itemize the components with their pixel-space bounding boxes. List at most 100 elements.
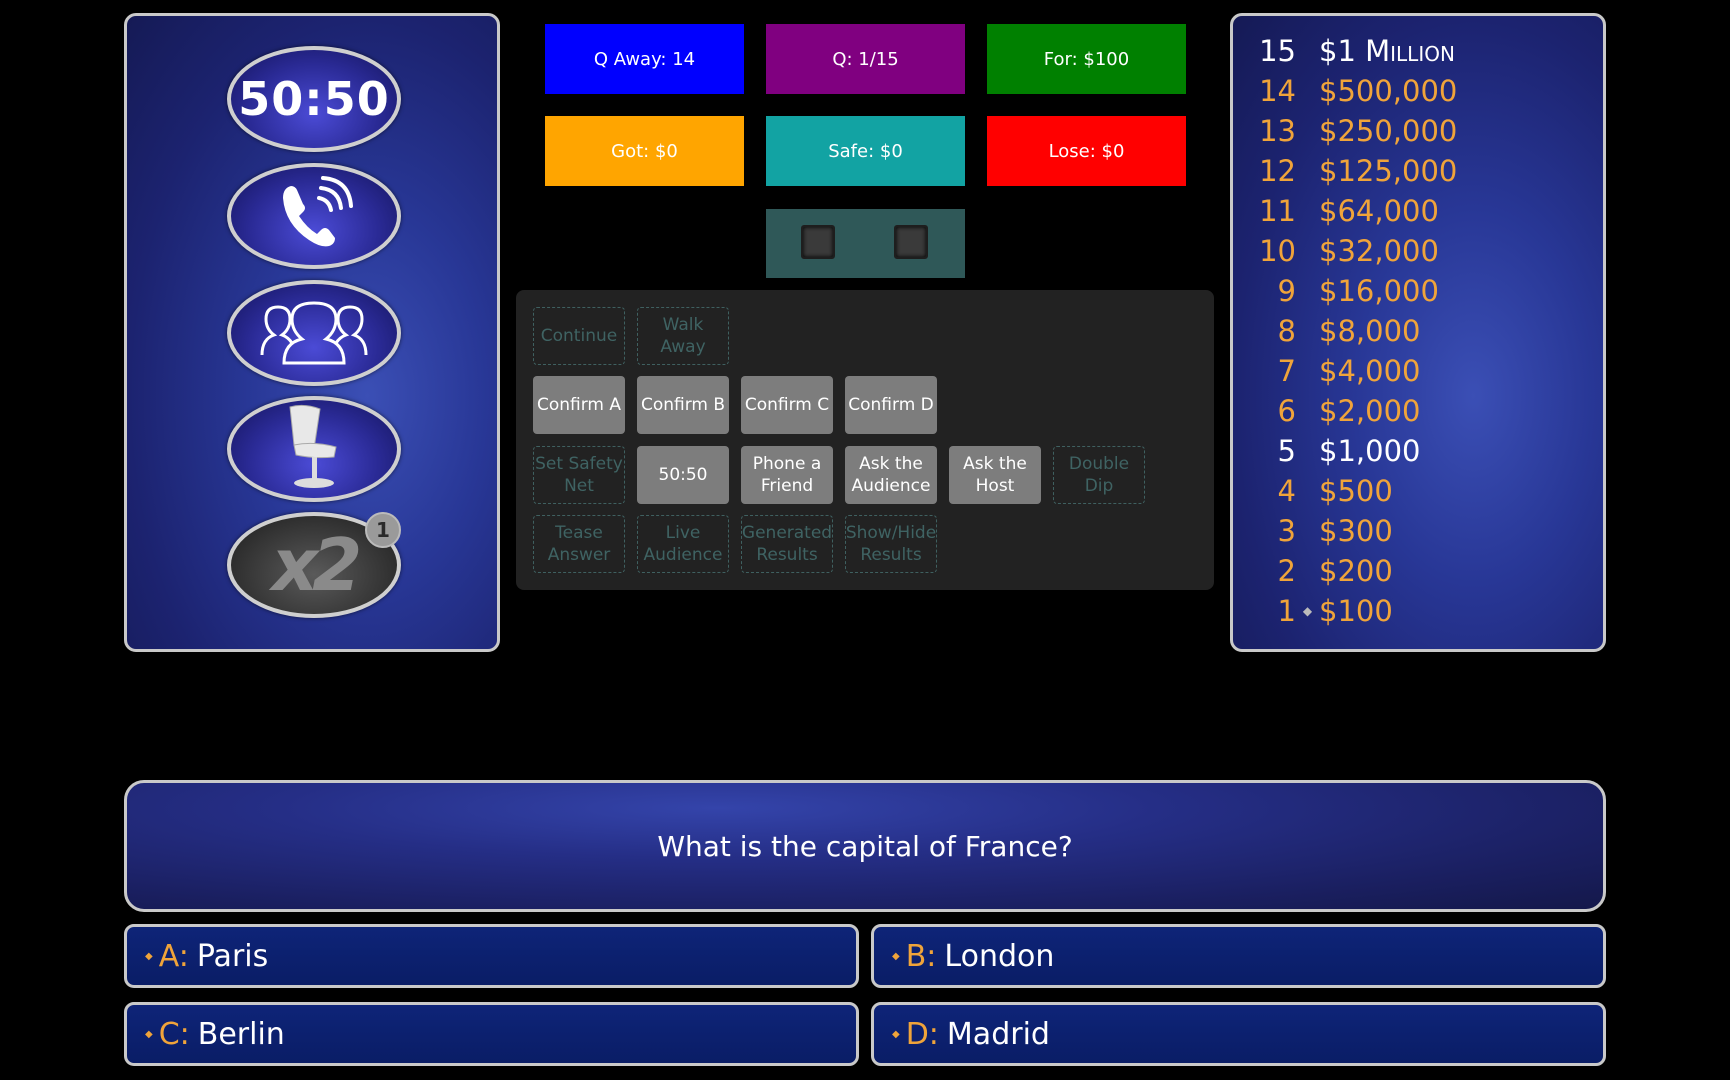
questions-away-stat: Q Away: 14 [545, 24, 744, 94]
answer-text: London [944, 938, 1055, 974]
rung-number: 4 [1277, 474, 1296, 508]
answer-b[interactable]: ◆ B: London [871, 924, 1606, 988]
rung-number: 14 [1259, 74, 1296, 108]
safe-stat: Safe: $0 [766, 116, 965, 186]
generated-results-button[interactable]: Generated Results [741, 515, 833, 573]
ask-the-host-button[interactable]: Ask the Host [949, 446, 1041, 504]
rung-amount: $2,000 [1319, 394, 1421, 428]
answer-text: Paris [196, 938, 269, 974]
money-ladder: 15 $1 Million 14 $500,000 13 $250,000 12 $12… [1230, 13, 1606, 652]
question-number-stat: Q: 1/15 [766, 24, 965, 94]
live-audience-button[interactable]: Live Audience [637, 515, 729, 573]
answer-text: Madrid [946, 1016, 1050, 1052]
rung-number: 11 [1259, 194, 1296, 228]
rung-amount: $500 [1319, 474, 1393, 508]
ladder-rung: 4 $500 [1233, 471, 1603, 511]
answer-d[interactable]: ◆ D: Madrid [871, 1002, 1606, 1066]
ladder-rung: 8 $8,000 [1233, 311, 1603, 351]
rung-number: 5 [1277, 434, 1296, 468]
rung-amount: $500,000 [1319, 74, 1458, 108]
answer-text: Berlin [197, 1016, 285, 1052]
tease-answer-button[interactable]: Tease Answer [533, 515, 625, 573]
phone-a-friend-lifeline[interactable] [227, 163, 401, 269]
current-rung-marker: ◆ [1302, 604, 1313, 618]
show-hide-results-button[interactable]: Show/Hide Results [845, 515, 937, 573]
indicator-light-left [801, 225, 835, 259]
rung-amount: $200 [1319, 554, 1393, 588]
answer-letter: D: [905, 1016, 939, 1052]
confirm-b-button[interactable]: Confirm B [637, 376, 729, 434]
fifty-fifty-lifeline[interactable]: 50:50 [227, 46, 401, 152]
lose-stat: Lose: $0 [987, 116, 1186, 186]
rung-number: 2 [1277, 554, 1296, 588]
lifelines-panel: 50:50 x2 1 [124, 13, 500, 652]
ladder-rung: 9 $16,000 [1233, 271, 1603, 311]
rung-amount: $100 [1319, 594, 1393, 628]
rung-amount: $300 [1319, 514, 1393, 548]
phone-a-friend-button[interactable]: Phone a Friend [741, 446, 833, 504]
playing-for-stat: For: $100 [987, 24, 1186, 94]
ladder-rung: 14 $500,000 [1233, 71, 1603, 111]
rung-amount: $4,000 [1319, 354, 1421, 388]
bullet-icon: ◆ [892, 950, 900, 962]
rung-amount: $64,000 [1319, 194, 1439, 228]
fifty-fifty-button[interactable]: 50:50 [637, 446, 729, 504]
host-control-panel: Continue Walk Away Confirm A Confirm B C… [516, 290, 1214, 590]
rung-number: 15 [1259, 34, 1296, 68]
confirm-a-button[interactable]: Confirm A [533, 376, 625, 434]
answer-letter: A: [158, 938, 189, 974]
rung-amount: $250,000 [1319, 114, 1458, 148]
rung-number: 13 [1259, 114, 1296, 148]
set-safety-net-button[interactable]: Set Safety Net [533, 446, 625, 504]
phone-icon [283, 176, 353, 247]
bullet-icon: ◆ [892, 1028, 900, 1040]
ladder-rung: 3 $300 [1233, 511, 1603, 551]
ask-the-audience-lifeline[interactable] [227, 280, 401, 386]
audience-icon [260, 301, 368, 365]
double-dip-lifeline[interactable]: x2 1 [227, 512, 401, 618]
ladder-rung: 2 $200 [1233, 551, 1603, 591]
rung-amount: $16,000 [1319, 274, 1439, 308]
ladder-rung: 6 $2,000 [1233, 391, 1603, 431]
rung-number: 9 [1277, 274, 1296, 308]
rung-amount: $32,000 [1319, 234, 1439, 268]
rung-amount: $125,000 [1319, 154, 1458, 188]
answer-letter: B: [905, 938, 937, 974]
confirm-d-button[interactable]: Confirm D [845, 376, 937, 434]
rung-number: 1 [1277, 594, 1296, 628]
rung-amount: $1 Million [1319, 34, 1455, 68]
ask-the-audience-button[interactable]: Ask the Audience [845, 446, 937, 504]
ladder-rung: 11 $64,000 [1233, 191, 1603, 231]
chair-icon [289, 404, 337, 488]
rung-number: 7 [1277, 354, 1296, 388]
rung-number: 12 [1259, 154, 1296, 188]
rung-amount: $1,000 [1319, 434, 1421, 468]
answer-a[interactable]: ◆ A: Paris [124, 924, 859, 988]
fifty-fifty-label: 50:50 [238, 72, 390, 126]
rung-number: 3 [1277, 514, 1296, 548]
question-text: What is the capital of France? [657, 829, 1073, 863]
rung-number: 10 [1259, 234, 1296, 268]
ladder-rung: 10 $32,000 [1233, 231, 1603, 271]
ladder-rung: 12 $125,000 [1233, 151, 1603, 191]
continue-button[interactable]: Continue [533, 307, 625, 365]
answer-c[interactable]: ◆ C: Berlin [124, 1002, 859, 1066]
rung-number: 6 [1277, 394, 1296, 428]
double-dip-button[interactable]: Double Dip [1053, 446, 1145, 504]
bullet-icon: ◆ [145, 1028, 153, 1040]
bullet-icon: ◆ [145, 950, 153, 962]
rung-number: 8 [1277, 314, 1296, 348]
walk-away-button[interactable]: Walk Away [637, 307, 729, 365]
double-dip-label: x2 [271, 523, 363, 607]
ladder-rung: 7 $4,000 [1233, 351, 1603, 391]
rung-amount: $8,000 [1319, 314, 1421, 348]
confirm-c-button[interactable]: Confirm C [741, 376, 833, 434]
answer-letter: C: [158, 1016, 190, 1052]
indicator-box [766, 209, 965, 278]
double-dip-count-badge: 1 [365, 512, 401, 548]
ladder-rung: 15 $1 Million [1233, 31, 1603, 71]
ladder-rung: 5 $1,000 [1233, 431, 1603, 471]
indicator-light-right [894, 225, 928, 259]
ask-the-host-lifeline[interactable] [227, 396, 401, 502]
got-stat: Got: $0 [545, 116, 744, 186]
